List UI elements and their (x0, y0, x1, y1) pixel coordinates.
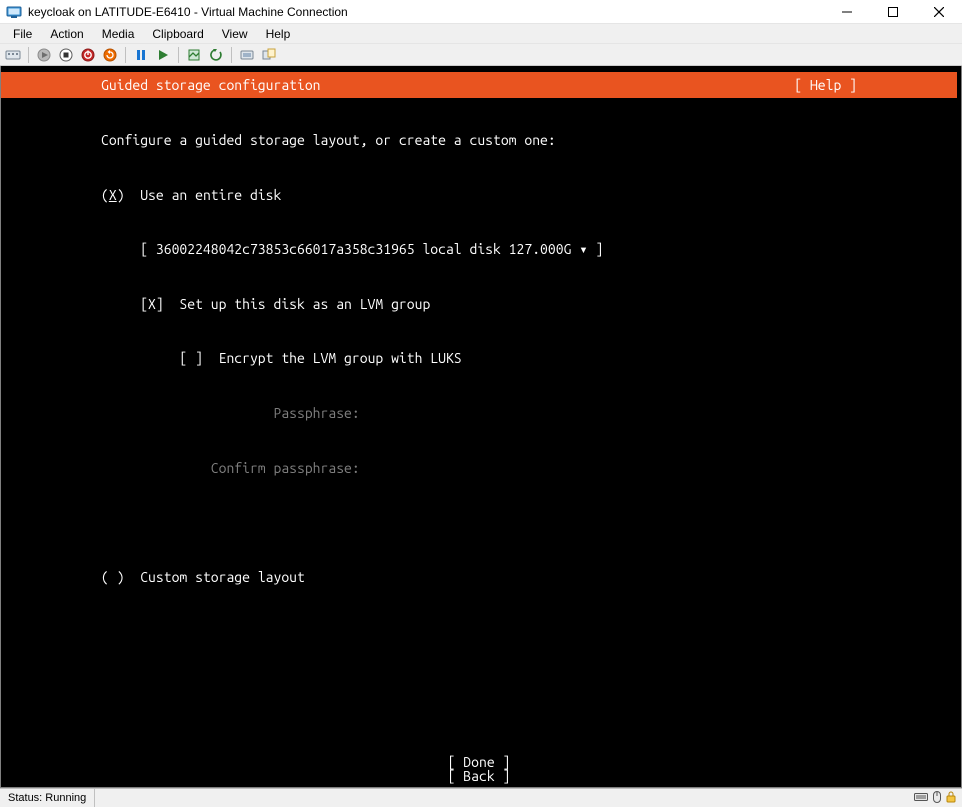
titlebar: keycloak on LATITUDE-E6410 - Virtual Mac… (0, 0, 962, 24)
menu-action[interactable]: Action (41, 26, 92, 42)
toolbar-separator (125, 47, 126, 63)
revert-icon[interactable] (207, 46, 225, 64)
terminal: Guided storage configuration [ Help ] Co… (1, 72, 957, 787)
ctrl-alt-del-icon[interactable] (4, 46, 22, 64)
window-title: keycloak on LATITUDE-E6410 - Virtual Mac… (28, 5, 824, 19)
option-use-entire-disk-label: Use an entire disk (140, 188, 281, 202)
option-custom-layout[interactable]: ( ) Custom storage layout (101, 570, 957, 597)
lvm-checkbox[interactable]: [X] Set up this disk as an LVM group (140, 297, 430, 311)
intro-text: Configure a guided storage layout, or cr… (101, 133, 957, 160)
luks-checkbox[interactable]: [ ] Encrypt the LVM group with LUKS (179, 351, 461, 365)
done-button[interactable]: [ Done ] (448, 755, 511, 769)
enhanced-session-icon[interactable] (238, 46, 256, 64)
installer-header: Guided storage configuration [ Help ] (1, 72, 957, 98)
option-custom-layout-label: Custom storage layout (140, 570, 305, 584)
resume-icon[interactable] (154, 46, 172, 64)
installer-title: Guided storage configuration (101, 78, 321, 92)
minimize-button[interactable] (824, 0, 870, 24)
menu-clipboard[interactable]: Clipboard (143, 26, 212, 42)
passphrase-label: Passphrase: (273, 406, 359, 420)
checkpoint-icon[interactable] (185, 46, 203, 64)
menu-view[interactable]: View (213, 26, 257, 42)
keyboard-icon (914, 791, 928, 806)
lock-icon (946, 791, 956, 806)
shutdown-icon[interactable] (79, 46, 97, 64)
vm-display[interactable]: Guided storage configuration [ Help ] Co… (0, 66, 962, 788)
menu-media[interactable]: Media (93, 26, 144, 42)
disk-selector[interactable]: [ 36002248042c73853c66017a358c31965 loca… (140, 242, 603, 256)
toolbar-separator (178, 47, 179, 63)
menu-help[interactable]: Help (257, 26, 300, 42)
menu-file[interactable]: File (4, 26, 41, 42)
confirm-passphrase-label: Confirm passphrase: (211, 461, 360, 475)
share-icon[interactable] (260, 46, 278, 64)
maximize-button[interactable] (870, 0, 916, 24)
back-button[interactable]: [ Back ] (448, 769, 511, 783)
help-link[interactable]: [ Help ] (794, 78, 857, 92)
option-use-entire-disk[interactable]: (X) Use an entire disk (101, 188, 957, 215)
stop-icon[interactable] (57, 46, 75, 64)
statusbar: Status: Running (0, 788, 962, 807)
toolbar-separator (231, 47, 232, 63)
toolbar (0, 44, 962, 66)
mouse-icon (932, 791, 942, 806)
toolbar-separator (28, 47, 29, 63)
close-button[interactable] (916, 0, 962, 24)
menubar: File Action Media Clipboard View Help (0, 24, 962, 44)
pause-icon[interactable] (132, 46, 150, 64)
start-grey-icon[interactable] (35, 46, 53, 64)
status-text: Status: Running (0, 789, 95, 807)
window-controls (824, 0, 962, 23)
vm-app-icon (6, 4, 22, 20)
reset-icon[interactable] (101, 46, 119, 64)
